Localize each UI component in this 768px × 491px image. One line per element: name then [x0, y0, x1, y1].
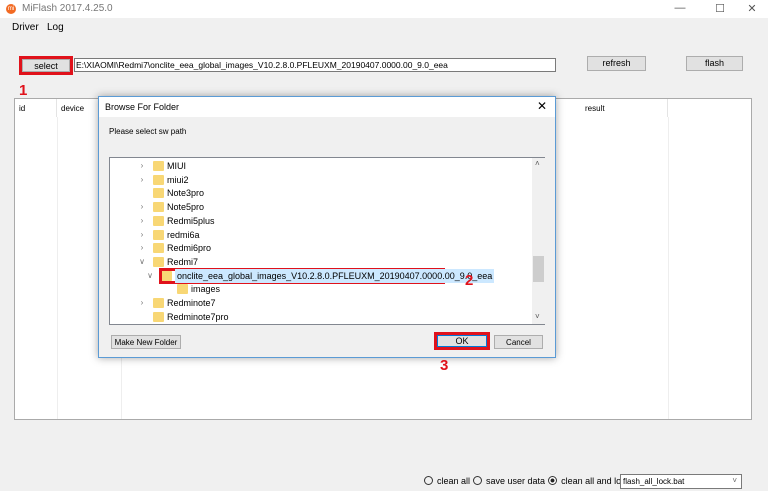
- folder-icon: [153, 188, 164, 199]
- annotation-3: 3: [440, 357, 449, 374]
- tree-item[interactable]: › Redminote7: [110, 296, 530, 310]
- annotation-1: 1: [19, 82, 28, 99]
- menu-driver[interactable]: Driver: [12, 22, 39, 33]
- flash-button[interactable]: flash: [686, 56, 743, 71]
- make-new-folder-button[interactable]: Make New Folder: [111, 335, 181, 349]
- tree-item[interactable]: Redminote7pro: [110, 310, 530, 324]
- radio-label: clean all: [437, 476, 471, 486]
- menu-bar: [0, 18, 768, 36]
- app-icon: mi: [6, 4, 16, 14]
- chevron-right-icon[interactable]: ›: [138, 200, 146, 214]
- folder-icon: [153, 161, 164, 171]
- path-input[interactable]: E:\XIAOMI\Redmi7\onclite_eea_global_imag…: [74, 58, 556, 72]
- folder-tree[interactable]: › MIUI › miui2 Note3pro › Note5pro › Redmi5plus ›…: [109, 157, 545, 325]
- folder-icon: [153, 174, 164, 185]
- folder-icon: [153, 215, 164, 226]
- flash-options: clean all save user data clean all and loc…: [424, 476, 633, 486]
- folder-icon: [153, 202, 164, 213]
- radio-icon[interactable]: [473, 476, 483, 485]
- folder-icon: [153, 298, 164, 308]
- tree-item[interactable]: › MIUI: [110, 159, 530, 173]
- refresh-button[interactable]: refresh: [587, 56, 646, 71]
- chevron-right-icon[interactable]: ›: [138, 214, 146, 228]
- tree-item-label: onclite_eea_global_images_V10.2.8.0.PFLE…: [175, 268, 495, 283]
- scroll-thumb[interactable]: [533, 256, 544, 282]
- tree-scrollbar[interactable]: ˄ ˅: [532, 158, 545, 324]
- cancel-button[interactable]: Cancel: [494, 335, 543, 349]
- tree-item-label: miui2: [167, 174, 189, 185]
- radio-option[interactable]: clean all and lock: [548, 476, 630, 486]
- annotation-2: 2: [465, 272, 474, 289]
- tree-item[interactable]: › Redmi6pro: [110, 241, 530, 255]
- folder-icon: [153, 311, 164, 322]
- tree-item-label: Note5pro: [167, 202, 205, 213]
- tree-item-label: Redminote7: [167, 298, 216, 308]
- title-bar: mi MiFlash 2017.4.25.0 — ☐ ✕: [0, 0, 768, 18]
- scroll-up-icon[interactable]: ˄: [535, 159, 540, 168]
- tree-item-label: Redminote7pro: [167, 311, 229, 322]
- radio-option[interactable]: clean all: [424, 476, 470, 486]
- tree-item-label: redmi6a: [167, 229, 200, 240]
- dialog-title: Browse For Folder: [105, 102, 180, 112]
- tree-item-label: Note3pro: [167, 188, 205, 199]
- folder-icon: [153, 256, 164, 267]
- radio-icon[interactable]: [424, 476, 433, 485]
- tree-item-label: images: [191, 284, 221, 295]
- tree-item-label: Redmi6pro: [167, 243, 212, 254]
- script-select-value: flash_all_lock.bat: [623, 477, 685, 486]
- chevron-right-icon[interactable]: ›: [138, 159, 146, 173]
- window-title: MiFlash 2017.4.25.0: [22, 3, 113, 14]
- tree-item-label: MIUI: [167, 161, 186, 171]
- menu-log[interactable]: Log: [47, 22, 64, 33]
- chevron-right-icon[interactable]: ›: [138, 296, 146, 310]
- tree-item[interactable]: › miui2: [110, 173, 530, 187]
- browse-folder-dialog: Browse For Folder ✕ Please select sw pat…: [98, 96, 556, 358]
- column-id: id: [15, 99, 57, 117]
- script-select[interactable]: flash_all_lock.bat ˅: [620, 474, 742, 489]
- maximize-icon[interactable]: ☐: [710, 2, 730, 16]
- dialog-close-icon[interactable]: ✕: [537, 99, 547, 113]
- chevron-down-icon[interactable]: ∨: [146, 269, 154, 283]
- tree-item-label: Redmi5plus: [167, 215, 215, 226]
- radio-option[interactable]: save user data: [473, 476, 545, 486]
- dialog-prompt: Please select sw path: [109, 127, 187, 136]
- folder-icon: [153, 243, 164, 254]
- chevron-down-icon[interactable]: ∨: [138, 255, 146, 269]
- folder-icon: [177, 284, 188, 295]
- select-button[interactable]: select: [22, 59, 70, 72]
- minimize-icon[interactable]: —: [670, 2, 690, 16]
- radio-checked-icon[interactable]: [548, 476, 558, 485]
- tree-item[interactable]: › Note5pro: [110, 200, 530, 214]
- chevron-right-icon[interactable]: ›: [138, 228, 146, 242]
- tree-item[interactable]: Note3pro: [110, 186, 530, 200]
- chevron-down-icon: ˅: [732, 476, 737, 485]
- chevron-right-icon[interactable]: ›: [138, 173, 146, 187]
- ok-button[interactable]: OK: [437, 335, 487, 347]
- column-result: result: [581, 99, 668, 117]
- tree-item[interactable]: › redmi6a: [110, 228, 530, 242]
- folder-icon: [153, 229, 164, 240]
- radio-label: save user data: [486, 476, 546, 486]
- chevron-right-icon[interactable]: ›: [138, 241, 146, 255]
- close-icon[interactable]: ✕: [742, 2, 762, 16]
- scroll-down-icon[interactable]: ˅: [535, 312, 540, 321]
- tree-item[interactable]: › Redmi5plus: [110, 214, 530, 228]
